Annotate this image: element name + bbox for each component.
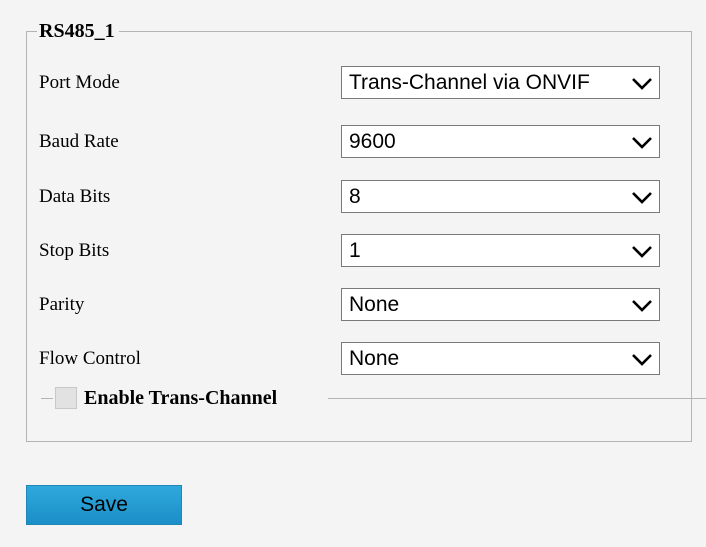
enable-trans-channel-checkbox[interactable] [55,387,77,409]
chevron-down-icon [632,78,652,90]
save-button[interactable]: Save [26,485,182,525]
parity-row: Parity None [0,288,706,322]
chevron-down-icon [632,192,652,204]
flow-control-label: Flow Control [39,348,141,369]
parity-select[interactable]: None [341,288,660,321]
parity-label: Parity [39,294,85,315]
trans-channel-divider-right [328,398,706,399]
chevron-down-icon [632,246,652,258]
baud-rate-row: Baud Rate 9600 [0,125,706,159]
data-bits-row: Data Bits 8 [0,180,706,214]
trans-channel-divider-left [41,398,53,399]
flow-control-row: Flow Control None [0,342,706,376]
stop-bits-value: 1 [349,239,361,262]
data-bits-select[interactable]: 8 [341,180,660,213]
flow-control-select[interactable]: None [341,342,660,375]
baud-rate-label: Baud Rate [39,131,119,152]
stop-bits-label: Stop Bits [39,240,110,261]
port-mode-row: Port Mode Trans-Channel via ONVIF [0,66,706,100]
group-title: RS485_1 [37,20,119,42]
stop-bits-select[interactable]: 1 [341,234,660,267]
data-bits-label: Data Bits [39,186,111,207]
port-mode-label: Port Mode [39,72,120,93]
parity-value: None [349,293,400,316]
baud-rate-value: 9600 [349,130,396,153]
stop-bits-row: Stop Bits 1 [0,234,706,268]
chevron-down-icon [632,300,652,312]
enable-trans-channel-label: Enable Trans-Channel [84,387,278,409]
port-mode-value: Trans-Channel via ONVIF [349,71,590,94]
flow-control-value: None [349,347,400,370]
data-bits-value: 8 [349,185,361,208]
chevron-down-icon [632,137,652,149]
chevron-down-icon [632,354,652,366]
baud-rate-select[interactable]: 9600 [341,125,660,158]
port-mode-select[interactable]: Trans-Channel via ONVIF [341,66,660,99]
rs485-settings-panel: RS485_1 Port Mode Trans-Channel via ONVI… [0,0,706,547]
